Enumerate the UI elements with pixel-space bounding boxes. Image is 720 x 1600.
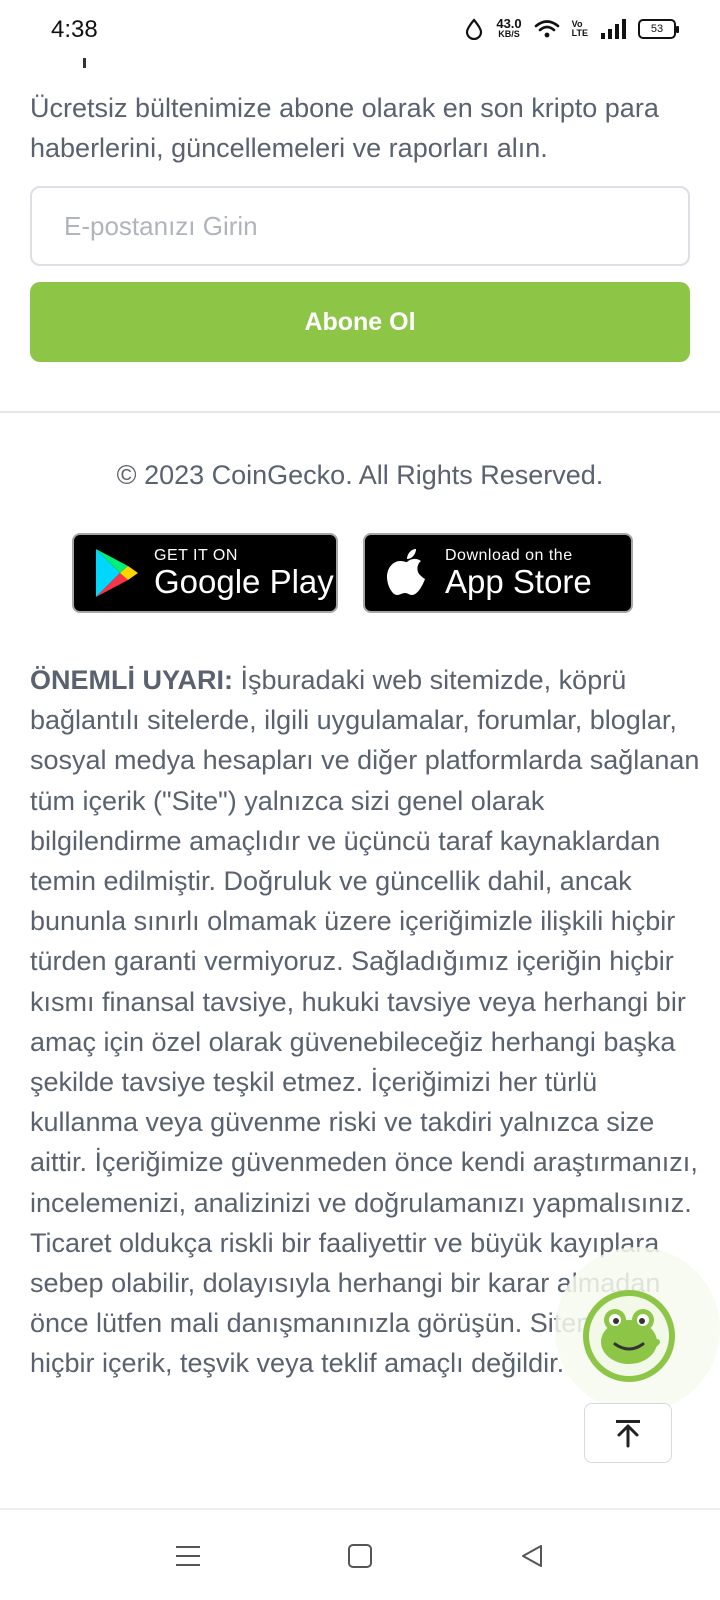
disclaimer-label: ÖNEMLİ UYARI: bbox=[30, 665, 234, 695]
subscribe-button[interactable]: Abone Ol bbox=[30, 282, 690, 362]
nav-menu-button[interactable] bbox=[168, 1536, 208, 1576]
cut-off-text-fragment bbox=[83, 58, 86, 68]
signal-icon bbox=[601, 19, 626, 39]
app-store-badge[interactable]: Download on the App Store bbox=[363, 533, 633, 613]
app-store-large-text: App Store bbox=[445, 563, 592, 600]
google-play-large-text: Google Play bbox=[154, 563, 334, 600]
status-icons: 43.0 KB/S Vo LTE 53 bbox=[464, 16, 679, 40]
data-saver-icon bbox=[466, 18, 483, 40]
back-to-top-button[interactable] bbox=[584, 1403, 672, 1463]
email-input[interactable] bbox=[30, 186, 690, 266]
gecko-face-icon bbox=[589, 1296, 669, 1376]
status-time: 4:38 bbox=[51, 16, 98, 43]
google-play-badge[interactable]: GET IT ON Google Play bbox=[72, 533, 338, 613]
nav-back-button[interactable] bbox=[512, 1536, 552, 1576]
copyright-text: © 2023 CoinGecko. All Rights Reserved. bbox=[116, 460, 604, 490]
home-square-icon bbox=[348, 1544, 372, 1568]
newsletter-description: Ücretsiz bültenimize abone olarak en son… bbox=[30, 93, 659, 163]
status-bar: 4:38 43.0 KB/S Vo LTE 53 bbox=[0, 0, 720, 64]
google-play-icon bbox=[96, 549, 138, 597]
back-triangle-icon bbox=[522, 1545, 542, 1567]
wifi-icon bbox=[534, 20, 559, 38]
volte-indicator: Vo LTE bbox=[571, 19, 588, 38]
battery-indicator: 53 bbox=[638, 19, 679, 39]
menu-icon bbox=[176, 1546, 200, 1566]
arrow-up-icon bbox=[616, 1420, 640, 1448]
coingecko-gecko-icon[interactable] bbox=[583, 1290, 675, 1382]
network-speed: 43.0 KB/S bbox=[496, 16, 522, 39]
apple-icon bbox=[387, 549, 425, 595]
section-divider bbox=[0, 411, 720, 413]
system-nav-bar bbox=[0, 1512, 720, 1600]
page-bottom-border bbox=[0, 1508, 720, 1510]
nav-home-button[interactable] bbox=[340, 1536, 380, 1576]
